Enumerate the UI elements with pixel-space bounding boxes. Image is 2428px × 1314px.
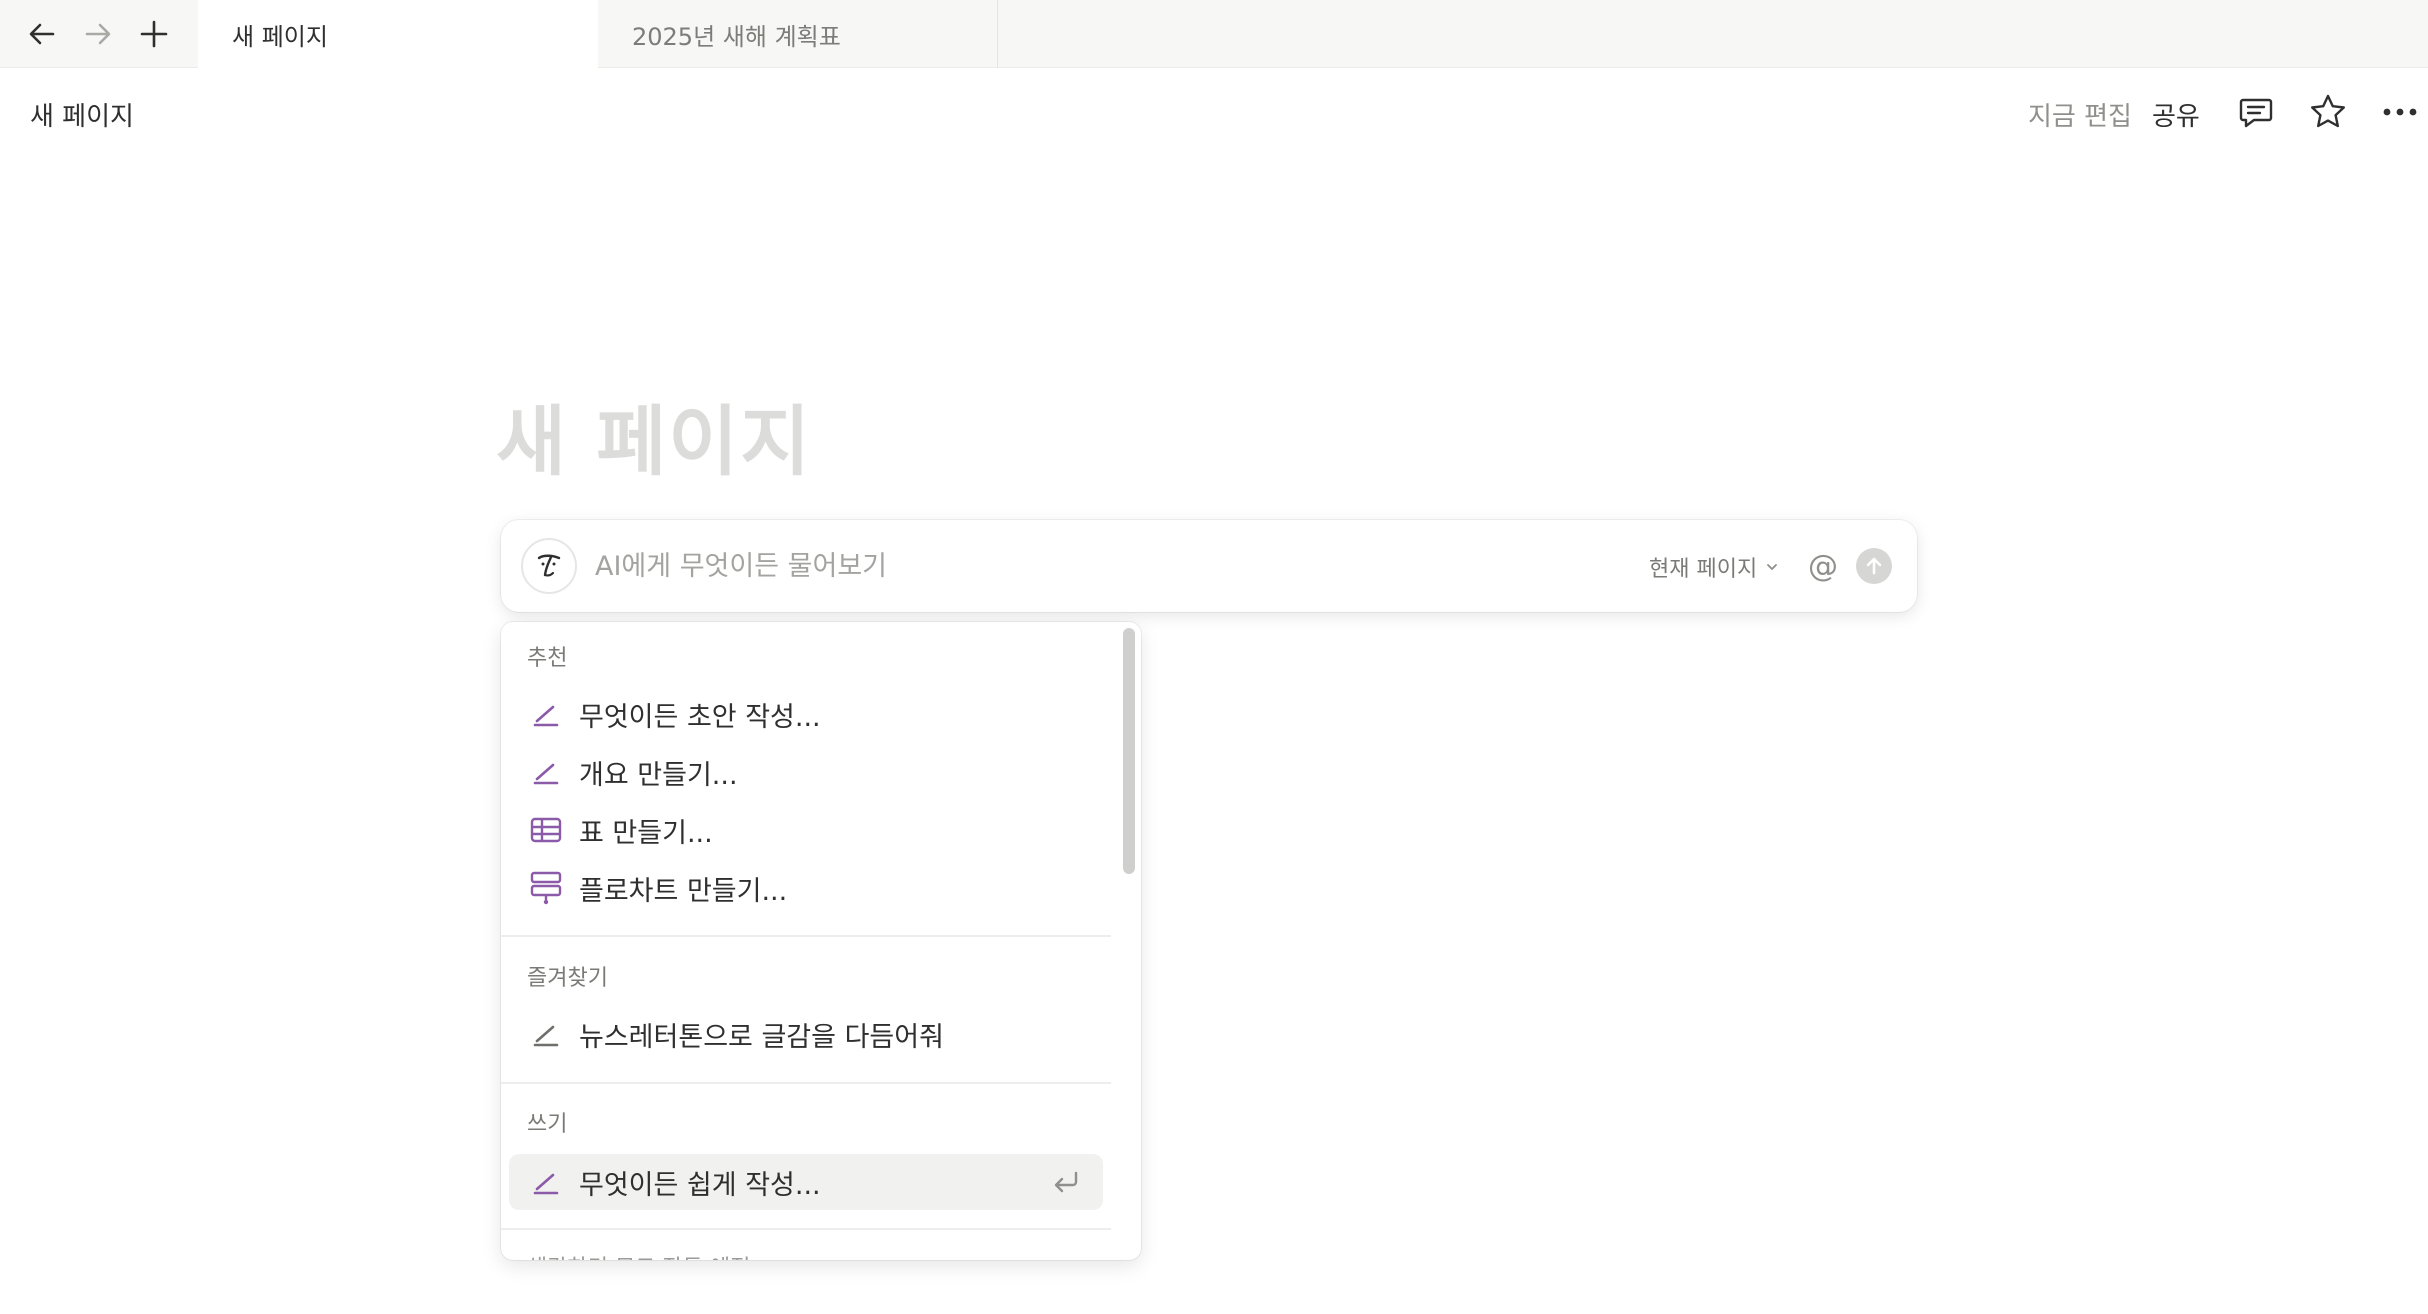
arrow-left-icon [29,23,55,45]
share-button[interactable]: 공유 [2152,96,2200,133]
tab-new-page[interactable]: 새 페이지 [198,0,598,69]
menu-item-label: 개요 만들기... [579,759,738,791]
send-button[interactable] [1856,548,1892,584]
menu-item-label: 무엇이든 초안 작성... [579,701,821,733]
menu-item-label: 무엇이든 쉽게 작성... [579,1169,821,1201]
section-label-favorites: 즐겨찾기 [527,966,608,991]
favorite-button[interactable] [2304,88,2352,136]
pencil-icon [529,1165,563,1199]
menu-divider [501,935,1111,937]
table-icon [529,813,563,847]
tab-label: 2025년 새해 계획표 [632,22,841,51]
tab-2025-plan[interactable]: 2025년 새해 계획표 [598,0,998,68]
menu-item-create-outline[interactable]: 개요 만들기... [509,744,1103,800]
mention-button[interactable]: @ [1803,546,1843,586]
star-icon [2311,94,2345,128]
page-title[interactable]: 새 페이지 [496,380,812,490]
arrow-right-icon [85,23,111,45]
pencil-icon [529,1017,563,1051]
ai-face-icon [537,554,561,577]
ai-suggestions-menu: 추천 무엇이든 초안 작성... 개요 만들기... 표 만들기... 플로차트… [501,622,1141,1260]
forward-button[interactable] [76,12,120,56]
menu-item-label: 뉴스레터톤으로 글감을 다듬어줘 [579,1021,944,1053]
ai-prompt-bar: 현재 페이지 @ [501,520,1917,612]
page-topbar: 새 페이지 지금 편집 공유 [0,68,2428,156]
ai-avatar [521,538,577,594]
menu-divider [501,1228,1111,1230]
menu-divider [501,1082,1111,1084]
menu-item-create-table[interactable]: 표 만들기... [509,802,1103,858]
menu-item-write-anything[interactable]: 무엇이든 쉽게 작성... [509,1154,1103,1210]
breadcrumb[interactable]: 새 페이지 [30,96,134,133]
section-label-recommended: 추천 [527,646,568,671]
pencil-icon [529,697,563,731]
new-tab-button[interactable] [132,12,176,56]
tab-bar: 새 페이지 2025년 새해 계획표 [0,0,2428,69]
more-icon [2383,108,2417,116]
plus-icon [140,20,168,48]
flowchart-icon [529,871,563,905]
more-button[interactable] [2376,88,2424,136]
menu-item-newsletter-tone[interactable]: 뉴스레터톤으로 글감을 다듬어줘 [509,1006,1103,1062]
back-button[interactable] [20,12,64,56]
menu-scrollbar[interactable] [1123,628,1135,874]
comment-icon [2239,98,2273,128]
menu-item-draft-anything[interactable]: 무엇이든 초안 작성... [509,686,1103,742]
at-icon: @ [1808,548,1838,584]
edit-status: 지금 편집 [2028,102,2132,132]
comments-button[interactable] [2232,88,2280,136]
scope-label: 현재 페이지 [1649,557,1758,582]
menu-item-create-flowchart[interactable]: 플로차트 만들기... [509,860,1103,916]
scope-dropdown[interactable]: 현재 페이지 [1649,550,1779,584]
section-label-write: 쓰기 [527,1112,568,1137]
menu-item-label: 플로차트 만들기... [579,875,788,907]
enter-key-icon [1051,1168,1081,1200]
chevron-down-icon [1767,564,1778,570]
arrow-up-icon [1866,557,1882,575]
tab-label: 새 페이지 [232,23,328,51]
pencil-icon [529,755,563,789]
section-label-partial: 생각하기 모드 작동 예정 [527,1250,750,1260]
menu-item-label: 표 만들기... [579,817,713,849]
ai-prompt-input[interactable] [595,542,1495,590]
